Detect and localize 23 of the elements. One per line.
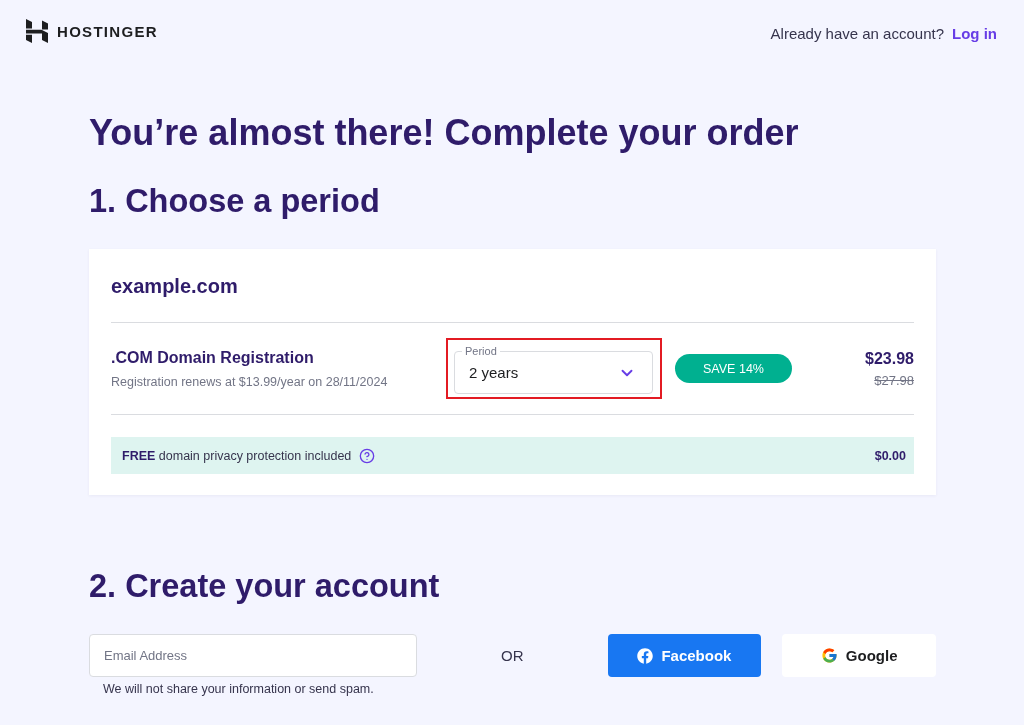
product-name: .COM Domain Registration [111, 348, 315, 367]
old-price: $27.98 [874, 372, 914, 388]
email-input[interactable]: Email Address [89, 634, 417, 677]
page-title: You’re almost there! Complete your order [89, 112, 800, 153]
domain-name: example.com [111, 274, 239, 298]
email-hint: We will not share your information or send spam. [102, 682, 375, 696]
section-heading: 2. Create your account [89, 567, 441, 605]
login-link[interactable]: Log in [952, 24, 997, 42]
discount-badge: SAVE 14% [675, 354, 792, 383]
logo-icon [26, 19, 48, 43]
logo-wordmark: HOSTINGER [57, 22, 158, 40]
renewal-note: Registration renews at $13.99/year on 28/11/2024 [111, 374, 389, 389]
facebook-logo-icon [637, 647, 654, 664]
privacy-price: $0.00 [874, 448, 906, 463]
price: $23.98 [865, 349, 914, 368]
privacy-text: FREE domain privacy protection included [122, 448, 352, 463]
help-icon[interactable] [359, 447, 376, 464]
google-button[interactable]: Google [782, 634, 936, 677]
account-prompt: Already have an account? [770, 24, 944, 42]
or-separator: OR [501, 647, 524, 664]
google-logo-icon [820, 647, 838, 664]
facebook-button[interactable]: Facebook [607, 634, 762, 677]
section-heading: 1. Choose a period [89, 182, 381, 220]
